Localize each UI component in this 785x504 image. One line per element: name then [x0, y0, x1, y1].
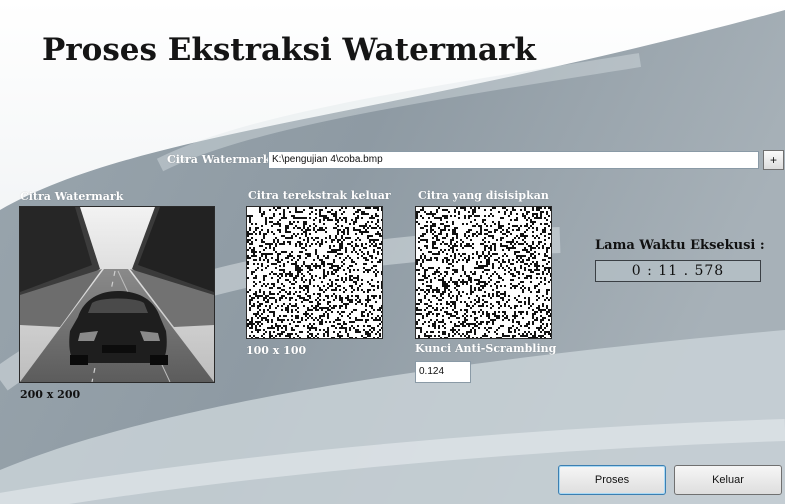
- watermark-path-input[interactable]: K:\pengujian 4\coba.bmp: [268, 151, 759, 169]
- host-image: [19, 206, 215, 383]
- extracted-image-label: Citra terekstrak keluar: [248, 189, 391, 202]
- host-image-size: 200 x 200: [20, 388, 81, 401]
- extracted-image-size: 100 x 100: [246, 344, 307, 357]
- watermark-path-label: Citra Watermark: [167, 153, 271, 166]
- host-image-label: Citra Watermark: [20, 190, 124, 203]
- browse-button[interactable]: +: [763, 150, 784, 170]
- key-label: Kunci Anti-Scrambling: [415, 342, 557, 355]
- exit-button[interactable]: Keluar: [674, 465, 782, 495]
- execution-time-display: 0 : 11 . 578: [595, 260, 761, 282]
- key-input[interactable]: 0.124: [415, 361, 471, 383]
- embedded-watermark-image: [415, 206, 552, 339]
- execution-time-label: Lama Waktu Eksekusi :: [595, 238, 765, 253]
- embedded-noise-pattern: [416, 207, 551, 338]
- extracted-noise-pattern: [247, 207, 382, 338]
- car-photo: [20, 207, 214, 382]
- watermark-extraction-window: Proses Ekstraksi Watermark Citra Waterma…: [0, 0, 785, 504]
- page-title: Proses Ekstraksi Watermark: [42, 32, 536, 68]
- extracted-watermark-image: [246, 206, 383, 339]
- embedded-image-label: Citra yang disisipkan: [418, 189, 549, 202]
- process-button[interactable]: Proses: [558, 465, 666, 495]
